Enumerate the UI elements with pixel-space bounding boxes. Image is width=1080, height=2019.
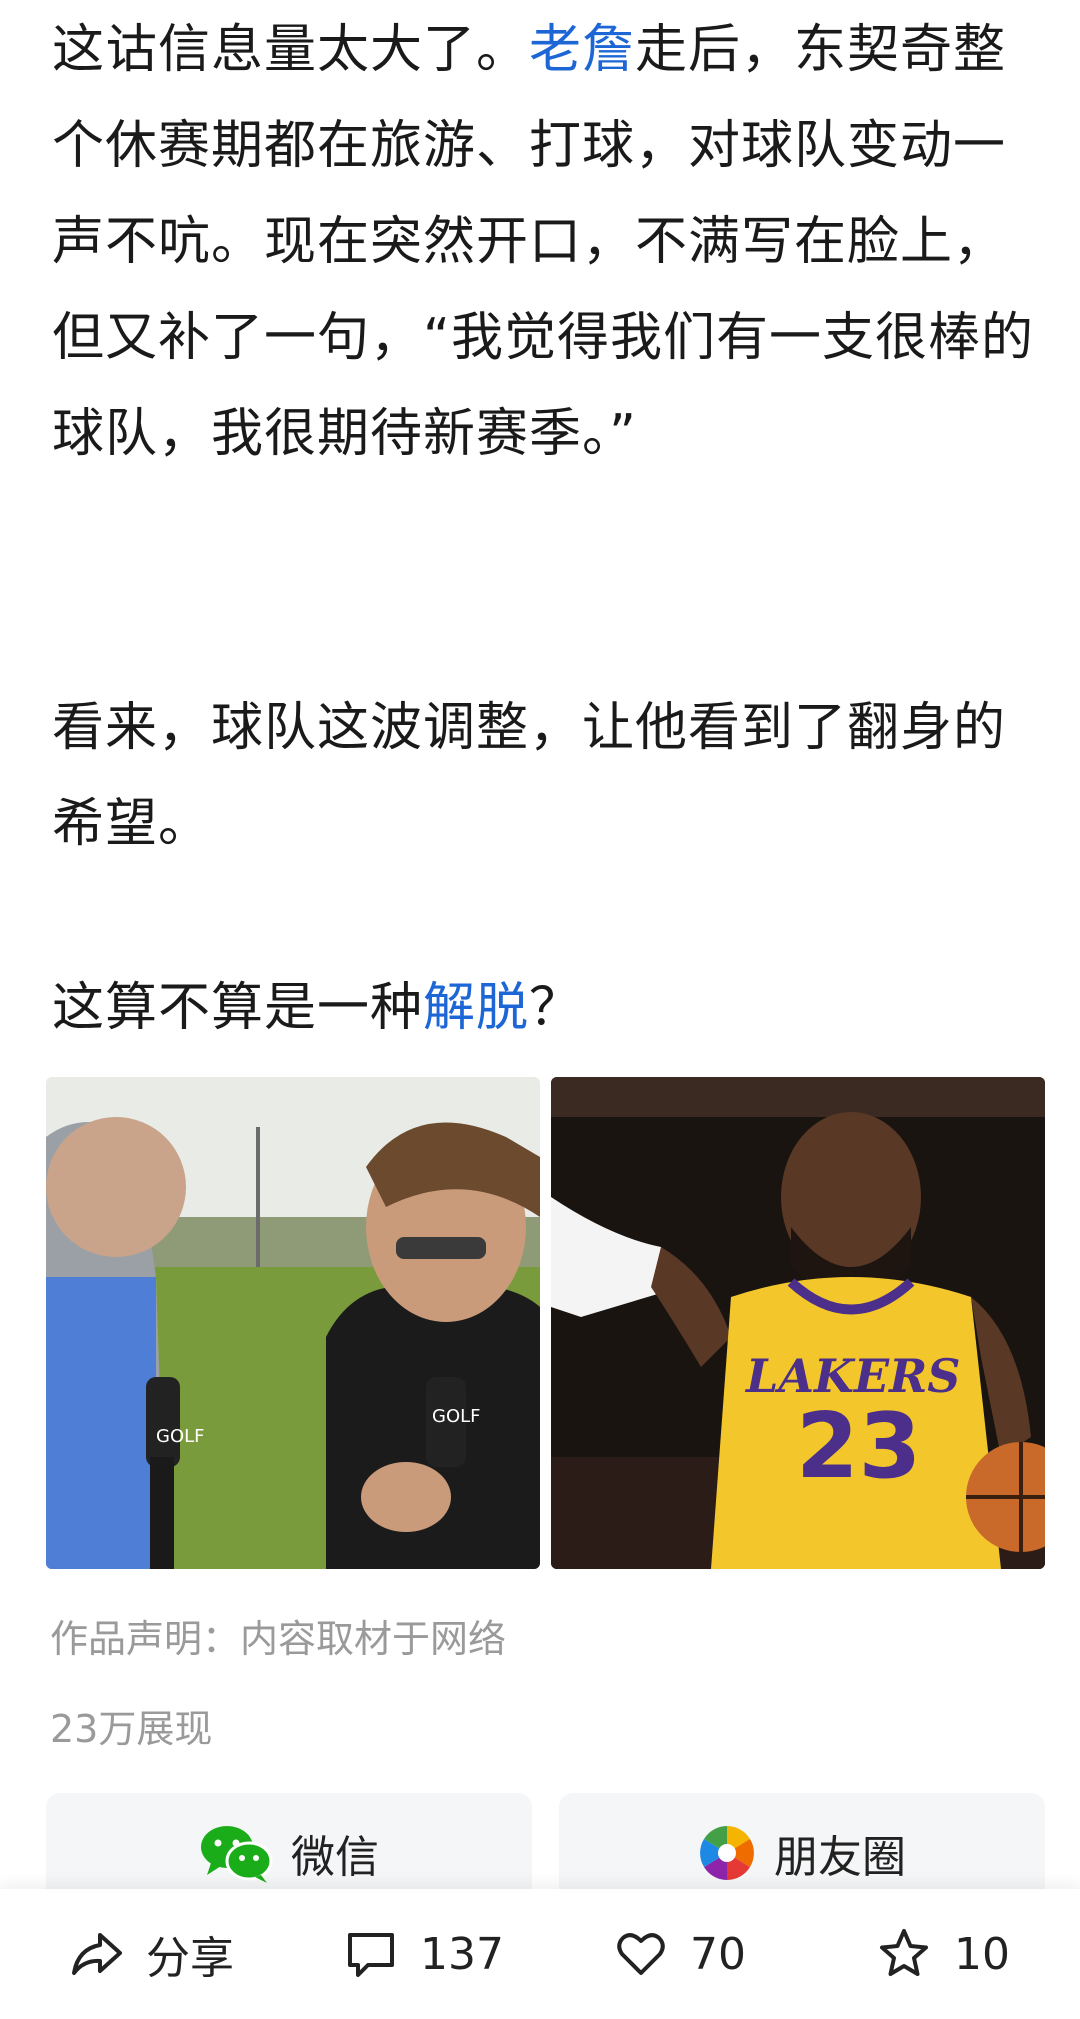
lakers-player-image[interactable]: LAKERS 23 [551, 1077, 1045, 1569]
star-icon [880, 1929, 928, 1976]
favorite-count: 10 [954, 1928, 1010, 1980]
moments-label: 朋友圈 [774, 1832, 906, 1883]
content-declaration: 作品声明：内容取材于网络 [50, 1617, 507, 1661]
wechat-icon [201, 1826, 273, 1883]
like-button[interactable]: 70 [614, 1889, 746, 2019]
comment-icon [348, 1933, 394, 1977]
paragraph-3-text-a: 这算不算是一种 [52, 978, 424, 1038]
comment-button[interactable]: 137 [344, 1889, 504, 2019]
paragraph-3: 这算不算是一种解脱？ [52, 960, 1042, 1056]
share-icon [72, 1933, 122, 1975]
link-laozhan[interactable]: 老詹 [529, 20, 635, 80]
view-count: 23万展现 [50, 1707, 213, 1751]
paragraph-1-text-a: 这诂信息量太大了。 [52, 20, 530, 80]
wechat-label: 微信 [291, 1832, 379, 1883]
jersey-number: 23 [796, 1394, 921, 1499]
paragraph-1-text-b: 走后，东契奇整个休赛期都在旅游、打球，对球队变动一声不吭。现在突然开口，不满写在… [52, 20, 1034, 464]
article-images: GOLF GOLF LAKERS 23 [46, 1077, 1045, 1569]
like-count: 70 [690, 1928, 746, 1980]
paragraph-3-text-b: ？ [529, 978, 583, 1038]
link-jietuo[interactable]: 解脱 [423, 978, 529, 1038]
share-label: 分享 [146, 1933, 234, 1984]
favorite-button[interactable]: 10 [876, 1889, 1010, 2019]
paragraph-1: 这诂信息量太大了。老詹走后，东契奇整个休赛期都在旅游、打球，对球队变动一声不吭。… [52, 2, 1042, 482]
bottom-action-bar: 分享 137 70 10 [0, 1889, 1080, 2019]
mic-label-right: GOLF [432, 1406, 481, 1427]
comment-count: 137 [420, 1928, 504, 1980]
mic-label-left: GOLF [156, 1426, 205, 1447]
golf-interview-image[interactable]: GOLF GOLF [46, 1077, 540, 1569]
share-button[interactable]: 分享 [70, 1889, 234, 2019]
heart-icon [617, 1933, 665, 1975]
moments-icon [700, 1826, 754, 1880]
paragraph-2: 看来，球队这波调整，让他看到了翻身的希望。 [52, 698, 1007, 854]
